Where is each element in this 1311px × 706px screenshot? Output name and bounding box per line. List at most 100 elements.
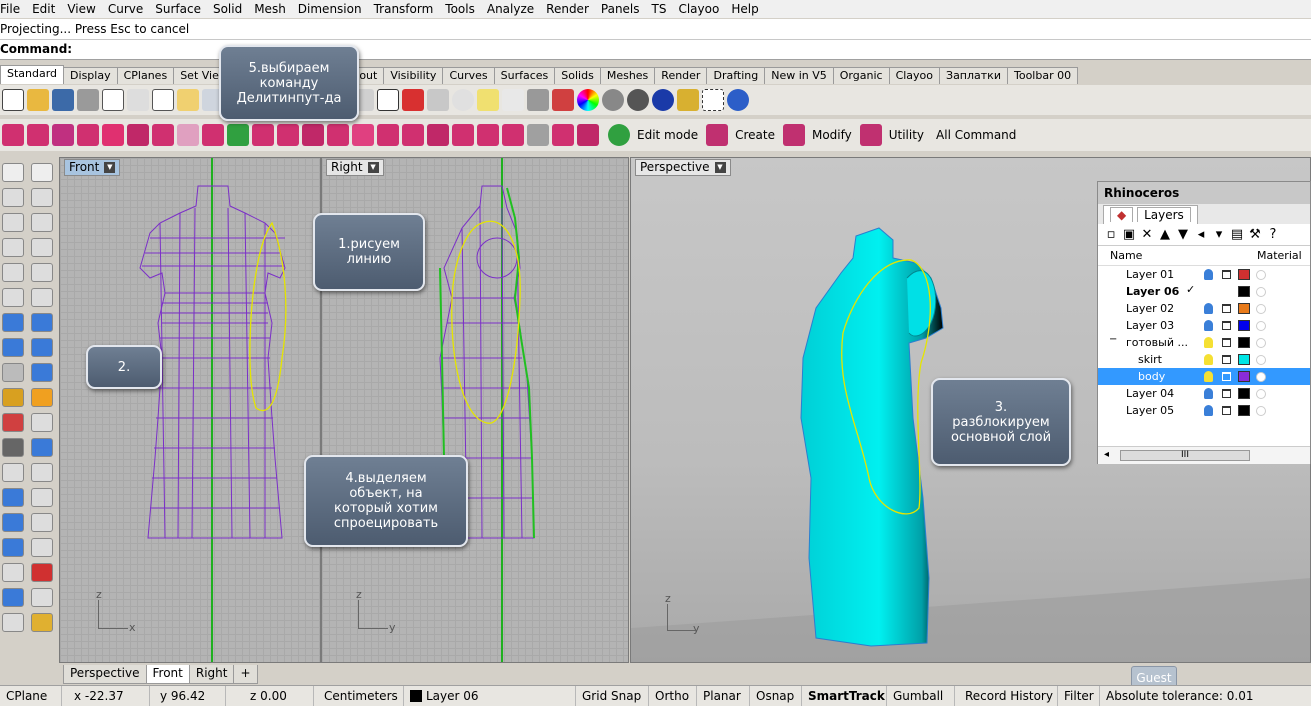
- light-bulb-icon[interactable]: [1204, 405, 1213, 416]
- tool-icon[interactable]: [2, 338, 24, 357]
- tool-icon[interactable]: [31, 288, 53, 307]
- tool-icon[interactable]: [31, 413, 53, 432]
- tool-icon[interactable]: [31, 338, 53, 357]
- tool-icon[interactable]: [2, 563, 24, 582]
- surface-tool-icon[interactable]: [77, 124, 99, 146]
- menu-item[interactable]: Mesh: [248, 0, 292, 18]
- toolbar-tab[interactable]: Заплатки: [939, 67, 1008, 84]
- surface-tool-icon[interactable]: [502, 124, 524, 146]
- tool-icon[interactable]: [31, 438, 53, 457]
- material-swatch[interactable]: [1256, 388, 1266, 399]
- lock-icon[interactable]: [527, 89, 549, 111]
- status-cplane[interactable]: CPlane: [0, 686, 62, 706]
- menu-item[interactable]: Help: [725, 0, 764, 18]
- surface-tool-icon[interactable]: [2, 124, 24, 146]
- toolbar-tab[interactable]: Meshes: [599, 67, 656, 84]
- power-icon[interactable]: [608, 124, 630, 146]
- surface-tool-icon[interactable]: [177, 124, 199, 146]
- wireframe-sphere-icon[interactable]: [602, 89, 624, 111]
- toolbar-tab[interactable]: Render: [654, 67, 708, 84]
- layer-state-icon[interactable]: ▤: [1230, 227, 1244, 242]
- status-units[interactable]: Centimeters: [314, 686, 404, 706]
- utility-icon[interactable]: [859, 124, 882, 146]
- paste-icon[interactable]: [177, 89, 199, 111]
- create-icon[interactable]: [706, 124, 729, 146]
- menu-item[interactable]: Render: [540, 0, 595, 18]
- tab-layers[interactable]: ◆ Layers: [1103, 205, 1198, 224]
- tool-icon[interactable]: [2, 363, 24, 382]
- material-swatch[interactable]: [1256, 269, 1266, 280]
- surface-tool-icon[interactable]: [477, 124, 499, 146]
- scroll-left-icon[interactable]: ◂: [1104, 449, 1109, 460]
- layer-color-swatch[interactable]: [1238, 337, 1250, 348]
- toolbar-tab[interactable]: Solids: [554, 67, 601, 84]
- layer-color-swatch[interactable]: [1238, 388, 1250, 399]
- toolbar-tab[interactable]: New in V5: [764, 67, 834, 84]
- material-swatch[interactable]: [1256, 286, 1266, 297]
- menu-item[interactable]: Edit: [26, 0, 61, 18]
- scrollbar-thumb[interactable]: III: [1120, 450, 1250, 461]
- material-swatch[interactable]: [1256, 354, 1266, 365]
- layer-color-swatch[interactable]: [1238, 354, 1250, 365]
- delete-layer-icon[interactable]: ✕: [1140, 227, 1154, 242]
- help-icon[interactable]: [727, 89, 749, 111]
- gumball-toggle[interactable]: Gumball: [887, 686, 955, 706]
- move-up-icon[interactable]: ▲: [1158, 227, 1172, 242]
- toolbar-tab[interactable]: Surfaces: [493, 67, 556, 84]
- light-bulb-icon[interactable]: [1204, 303, 1213, 314]
- layer-color-swatch[interactable]: [1238, 303, 1250, 314]
- tool-icon[interactable]: [2, 238, 24, 257]
- collapse-icon[interactable]: −: [1109, 334, 1117, 345]
- surface-tool-icon[interactable]: [52, 124, 74, 146]
- new-layer-icon[interactable]: ▫: [1104, 227, 1118, 242]
- move-parent-icon[interactable]: ◂: [1194, 227, 1208, 242]
- edit-mode-label[interactable]: Edit mode: [637, 128, 698, 142]
- menu-item[interactable]: Curve: [102, 0, 149, 18]
- dimension-icon[interactable]: [702, 89, 724, 111]
- toolbar-tab[interactable]: Drafting: [706, 67, 766, 84]
- tool-icon[interactable]: [2, 588, 24, 607]
- copy-icon[interactable]: [152, 89, 174, 111]
- unlock-icon[interactable]: [1222, 389, 1231, 398]
- material-swatch[interactable]: [1256, 337, 1266, 348]
- tool-icon[interactable]: [31, 488, 53, 507]
- new-sublayer-icon[interactable]: ▣: [1122, 227, 1136, 242]
- print-icon[interactable]: [77, 89, 99, 111]
- tool-icon[interactable]: [2, 213, 24, 232]
- layer-name[interactable]: Layer 06: [1126, 285, 1179, 298]
- surface-tool-icon[interactable]: [452, 124, 474, 146]
- tool-icon[interactable]: [31, 263, 53, 282]
- tool-icon[interactable]: [31, 538, 53, 557]
- color-wheel-icon[interactable]: [577, 89, 599, 111]
- material-swatch[interactable]: [1256, 371, 1266, 382]
- toolbar-tab[interactable]: Clayoo: [888, 67, 941, 84]
- unlock-icon[interactable]: [1222, 270, 1231, 279]
- layer-name[interactable]: Layer 01: [1126, 268, 1174, 281]
- tool-icon[interactable]: [31, 513, 53, 532]
- unlock-icon[interactable]: [1222, 406, 1231, 415]
- menu-item[interactable]: Tools: [439, 0, 481, 18]
- command-line[interactable]: Command:: [0, 40, 1311, 60]
- record-history-toggle[interactable]: Record History: [955, 686, 1058, 706]
- toolbar-tab[interactable]: CPlanes: [116, 67, 175, 84]
- viewport-tab[interactable]: Perspective: [63, 665, 147, 684]
- add-viewport-tab-icon[interactable]: +: [233, 665, 258, 684]
- create-label[interactable]: Create: [735, 128, 775, 142]
- layer-color-swatch[interactable]: [1238, 286, 1250, 297]
- front-viewport[interactable]: Front ▼ z x: [59, 157, 321, 663]
- material-swatch[interactable]: [1256, 303, 1266, 314]
- menu-item[interactable]: Transform: [368, 0, 440, 18]
- select-points-icon[interactable]: [427, 89, 449, 111]
- status-layer[interactable]: Layer 06: [404, 686, 576, 706]
- tool-icon[interactable]: [31, 613, 53, 632]
- filter-toggle[interactable]: Filter: [1058, 686, 1100, 706]
- horizontal-scrollbar[interactable]: ◂ III: [1098, 446, 1310, 464]
- layer-name[interactable]: body: [1138, 370, 1165, 383]
- tool-icon[interactable]: [31, 463, 53, 482]
- menu-item[interactable]: Panels: [595, 0, 646, 18]
- cplane-icon[interactable]: [452, 89, 474, 111]
- surface-tool-icon[interactable]: [152, 124, 174, 146]
- surface-tool-icon[interactable]: [427, 124, 449, 146]
- light-bulb-icon[interactable]: [1204, 371, 1213, 382]
- open-folder-icon[interactable]: [27, 89, 49, 111]
